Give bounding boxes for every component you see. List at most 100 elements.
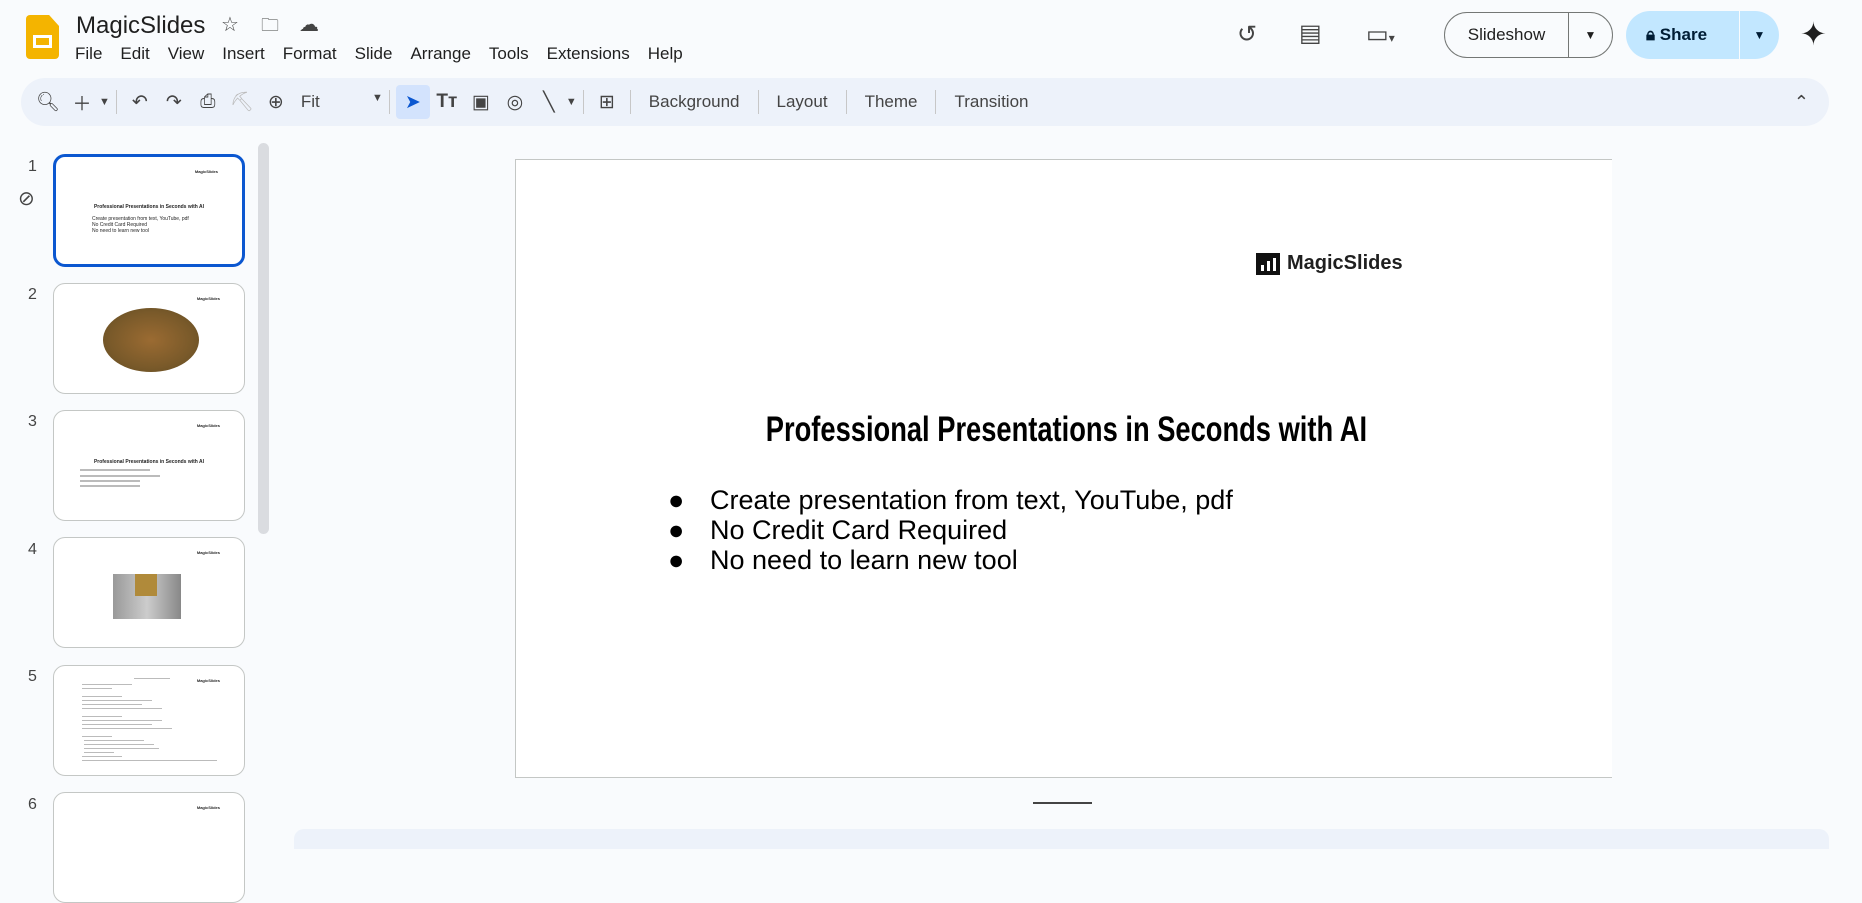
thumb-logo: MagicSlides	[196, 296, 220, 301]
logo-text: MagicSlides	[1287, 252, 1403, 274]
deer-image	[113, 574, 181, 619]
search-menus-icon[interactable]: 🔍︎	[31, 85, 65, 119]
slideshow-dropdown[interactable]: ▼	[1568, 13, 1612, 57]
select-cursor-icon[interactable]: ➤	[395, 85, 430, 119]
zoom-icon[interactable]: ⊕	[259, 85, 293, 119]
document-title[interactable]: MagicSlides	[76, 12, 205, 40]
slide-title[interactable]: Professional Presentations in Seconds wi…	[765, 410, 1366, 450]
thumb-text-line	[82, 760, 217, 761]
thumb-logo: MagicSlides	[196, 805, 220, 810]
share-dropdown[interactable]: ▼	[1739, 11, 1779, 59]
collapse-toolbar-icon[interactable]: ⌃	[1794, 92, 1809, 113]
menu-extensions[interactable]: Extensions	[538, 42, 639, 66]
divider	[115, 90, 117, 114]
slide-thumbnail-6[interactable]: MagicSlides	[53, 792, 245, 903]
transition-button[interactable]: Transition	[942, 92, 1040, 112]
deer-image	[103, 308, 199, 372]
background-button[interactable]: Background	[637, 92, 752, 112]
magicslides-logo: MagicSlides	[1256, 252, 1403, 275]
slide-title-box: Professional Presentations in Seconds wi…	[516, 410, 1612, 450]
divider	[388, 90, 390, 114]
filmstrip-scrollbar[interactable]	[258, 143, 269, 534]
menu-edit[interactable]: Edit	[111, 42, 158, 66]
thumb-text-line	[82, 700, 152, 701]
divider	[629, 90, 631, 114]
share-button-group: 🔒︎ Share ▼	[1626, 11, 1779, 59]
thumb-text-line	[80, 475, 160, 477]
thumb-logo: MagicSlides	[194, 169, 218, 174]
shape-icon[interactable]: ◎	[498, 85, 532, 119]
thumb-text-line	[82, 736, 112, 737]
menu-slide[interactable]: Slide	[346, 42, 402, 66]
thumb-text-line	[82, 756, 122, 757]
thumb-text-line	[82, 728, 172, 729]
slides-logo[interactable]	[26, 15, 59, 59]
thumb-text-line	[80, 485, 140, 487]
menu-file[interactable]: File	[66, 42, 111, 66]
line-icon[interactable]: ╲	[532, 85, 566, 119]
menu-tools[interactable]: Tools	[480, 42, 538, 66]
layout-button[interactable]: Layout	[765, 92, 840, 112]
thumb-text-line	[82, 720, 162, 721]
thumb-title: Professional Presentations in Seconds wi…	[93, 459, 205, 465]
print-icon[interactable]: ⎙	[191, 85, 225, 119]
cloud-saved-icon[interactable]: ☁	[299, 12, 319, 37]
menu-help[interactable]: Help	[639, 42, 692, 66]
redo-icon[interactable]: ↷	[157, 85, 191, 119]
add-comment-icon[interactable]: ⊞	[590, 85, 624, 119]
bullet-item: ● No need to learn new tool	[668, 545, 1018, 575]
insert-image-icon[interactable]: ▣	[464, 85, 498, 119]
slideshow-button[interactable]: Slideshow	[1445, 25, 1568, 45]
thumb-text-line	[80, 480, 140, 482]
menu-view[interactable]: View	[159, 42, 214, 66]
menu-format[interactable]: Format	[274, 42, 346, 66]
notes-resize-handle[interactable]	[1033, 802, 1092, 804]
presentation-board-icon	[1256, 252, 1280, 275]
slideshow-button-group: Slideshow ▼	[1444, 12, 1613, 58]
slide-number: 3	[28, 413, 37, 430]
text-box-icon[interactable]: Tт	[430, 85, 464, 119]
divider	[757, 90, 759, 114]
slide-canvas[interactable]: MagicSlides Professional Presentations i…	[515, 159, 1612, 778]
thumb-text-line	[82, 724, 152, 725]
paint-format-icon[interactable]: ⛏	[225, 85, 259, 119]
slide-number: 2	[28, 286, 37, 303]
line-dropdown[interactable]: ▼	[566, 96, 577, 108]
slide-thumbnail-3[interactable]: MagicSlides Professional Presentations i…	[53, 410, 245, 521]
divider	[582, 90, 584, 114]
slide-thumbnail-4[interactable]: MagicSlides	[53, 537, 245, 648]
new-slide-dropdown[interactable]: ▼	[99, 96, 110, 108]
menu-arrange[interactable]: Arrange	[401, 42, 479, 66]
slide-bullet-list[interactable]: ● Create presentation from text, YouTube,…	[668, 485, 1233, 575]
theme-button[interactable]: Theme	[853, 92, 930, 112]
thumb-text-line	[82, 704, 142, 705]
thumb-text-line	[84, 740, 144, 741]
speaker-notes-panel[interactable]	[294, 829, 1829, 849]
slide-thumbnail-5[interactable]: MagicSlides	[53, 665, 245, 776]
undo-icon[interactable]: ↶	[123, 85, 157, 119]
slide-number: 6	[28, 796, 37, 813]
thumb-text-line	[82, 688, 112, 689]
zoom-select[interactable]: Fit ▼	[293, 92, 383, 112]
thumb-text-line	[84, 748, 159, 749]
share-button[interactable]: 🔒︎ Share	[1626, 25, 1739, 45]
new-slide-icon[interactable]: ＋	[65, 85, 99, 119]
move-folder-icon[interactable]: 🗀	[261, 13, 279, 43]
menu-insert[interactable]: Insert	[213, 42, 274, 66]
slide-number: 1	[28, 158, 37, 175]
slide-thumbnail-2[interactable]: MagicSlides	[53, 283, 245, 394]
thumb-bullet: No need to learn new tool	[92, 228, 149, 234]
version-history-icon[interactable]: ↺	[1237, 20, 1257, 49]
slide-thumbnail-1[interactable]: MagicSlides Professional Presentations i…	[53, 154, 245, 267]
logo-mark	[33, 35, 52, 48]
comments-icon[interactable]: ▤	[1299, 19, 1322, 48]
star-icon[interactable]: ☆	[221, 12, 239, 37]
thumb-text-line	[82, 716, 122, 717]
slide-number: 5	[28, 668, 37, 685]
thumb-text-line	[82, 708, 162, 709]
gemini-sparkle-icon[interactable]: ✦	[1800, 15, 1827, 53]
meet-camera-icon[interactable]: ▭▾	[1366, 20, 1395, 49]
divider	[935, 90, 937, 114]
thumb-logo: MagicSlides	[196, 423, 220, 428]
chevron-down-icon: ▼	[372, 92, 383, 104]
